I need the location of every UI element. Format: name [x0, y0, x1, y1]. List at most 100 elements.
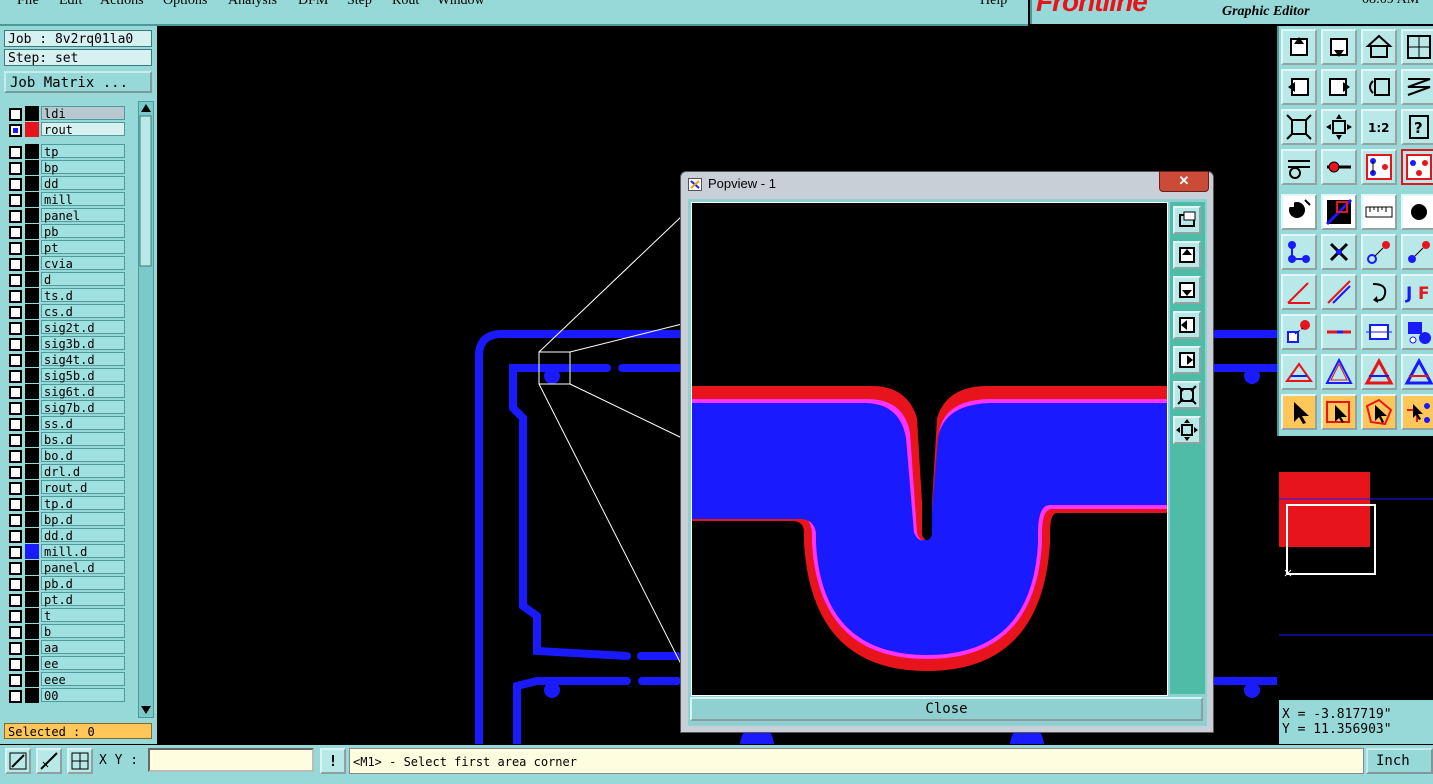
triangle-up-button[interactable]: [1321, 354, 1357, 390]
layer-checkbox[interactable]: [9, 546, 22, 559]
popview-fit-icon[interactable]: [1173, 381, 1201, 409]
select-box-button[interactable]: [1321, 394, 1357, 430]
units-selector[interactable]: Inch: [1366, 748, 1433, 774]
layer-row-rout-d[interactable]: rout.d: [4, 480, 126, 495]
layer-row-pb[interactable]: pb: [4, 224, 126, 239]
layer-row-ss-d[interactable]: ss.d: [4, 416, 126, 431]
layer-checkbox[interactable]: [9, 498, 22, 511]
layer-row-mill-d[interactable]: mill.d: [4, 544, 126, 559]
menu-edit[interactable]: Edit: [59, 0, 82, 9]
layer-row-sig4t-d[interactable]: sig4t.d: [4, 352, 126, 367]
menu-file[interactable]: File: [17, 0, 39, 9]
probe-button[interactable]: [1321, 149, 1357, 185]
measure-button[interactable]: [1361, 314, 1397, 350]
slope-button[interactable]: [1321, 274, 1357, 310]
popview-close-x-button[interactable]: ✕: [1159, 171, 1209, 192]
layer-checkbox[interactable]: [9, 146, 22, 159]
layer-row-tp[interactable]: tp: [4, 144, 126, 159]
scroll-thumb[interactable]: [139, 115, 152, 267]
xy-input[interactable]: [148, 748, 314, 772]
layer-row-mill[interactable]: mill: [4, 192, 126, 207]
layer-checkbox[interactable]: [9, 626, 22, 639]
layer-row-cvia[interactable]: cvia: [4, 256, 126, 271]
menu-options[interactable]: Options: [163, 0, 207, 9]
layer-checkbox[interactable]: [9, 690, 22, 703]
layer-checkbox[interactable]: [9, 242, 22, 255]
node-button[interactable]: [1281, 234, 1317, 270]
layer-row-bs-d[interactable]: bs.d: [4, 432, 126, 447]
mirror-button[interactable]: JF: [1401, 274, 1433, 310]
layer-checkbox[interactable]: [9, 210, 22, 223]
layer-row-ee[interactable]: ee: [4, 656, 126, 671]
menu-window[interactable]: Window: [437, 0, 485, 9]
layer-checkbox[interactable]: [9, 322, 22, 335]
layer-checkbox[interactable]: [9, 466, 22, 479]
menu-analysis[interactable]: Analysis: [228, 0, 277, 9]
layer-row-sig7b-d[interactable]: sig7b.d: [4, 400, 126, 415]
layer-checkbox[interactable]: [9, 274, 22, 287]
zoom-area-button[interactable]: [5, 748, 31, 774]
triangle-red-button[interactable]: [1361, 354, 1397, 390]
layer-row-sig5b-d[interactable]: sig5b.d: [4, 368, 126, 383]
menu-actions[interactable]: Actions: [100, 0, 144, 9]
layer-row-tp-d[interactable]: tp.d: [4, 496, 126, 511]
job-matrix-button[interactable]: Job Matrix ...: [4, 71, 152, 93]
layer-row-bp[interactable]: bp: [4, 160, 126, 175]
layer-checkbox[interactable]: [9, 482, 22, 495]
zigzag-button[interactable]: [1401, 69, 1433, 105]
snap-down-button[interactable]: [1321, 29, 1357, 65]
layer-checkbox[interactable]: [9, 658, 22, 671]
scroll-down-icon[interactable]: [141, 706, 151, 714]
layer-checkbox[interactable]: [9, 194, 22, 207]
layer-checkbox[interactable]: [9, 226, 22, 239]
layer-row-dd[interactable]: dd: [4, 176, 126, 191]
popview-zoom-icon[interactable]: [1173, 206, 1201, 234]
popview-up-icon[interactable]: [1173, 241, 1201, 269]
select-poly-button[interactable]: [1361, 394, 1397, 430]
line-red-button[interactable]: [1321, 194, 1357, 230]
layer-list-scrollbar[interactable]: [138, 101, 154, 718]
layer-row-d[interactable]: d: [4, 272, 126, 287]
home-button[interactable]: [1361, 29, 1397, 65]
overview-map[interactable]: [1279, 436, 1433, 698]
layer-checkbox[interactable]: [9, 610, 22, 623]
ruler-button[interactable]: [1361, 194, 1397, 230]
layer-checkbox[interactable]: [9, 418, 22, 431]
menu-step[interactable]: Step: [347, 0, 372, 9]
layer-row-drl-d[interactable]: drl.d: [4, 464, 126, 479]
arc-blue-button[interactable]: [1401, 234, 1433, 270]
layer-checkbox[interactable]: [9, 674, 22, 687]
layer-row-bp-d[interactable]: bp.d: [4, 512, 126, 527]
tools-button[interactable]: [1281, 149, 1317, 185]
menu-help[interactable]: Help: [980, 0, 1007, 9]
snap-up-button[interactable]: [1281, 29, 1317, 65]
layer-row-00[interactable]: 00: [4, 688, 126, 703]
layer-checkbox[interactable]: [9, 306, 22, 319]
layer-row-sig6t-d[interactable]: sig6t.d: [4, 384, 126, 399]
layer-checkbox[interactable]: [9, 450, 22, 463]
layer-row-sig3b-d[interactable]: sig3b.d: [4, 336, 126, 351]
menu-dfm[interactable]: DFM: [298, 0, 328, 9]
layer-checkbox[interactable]: [9, 370, 22, 383]
popview-left-icon[interactable]: [1173, 311, 1201, 339]
rotate-button[interactable]: [1361, 274, 1397, 310]
layer-row-pb-d[interactable]: pb.d: [4, 576, 126, 591]
layer-row-rout[interactable]: rout: [4, 122, 126, 137]
pan-left-button[interactable]: [1281, 69, 1317, 105]
layer-row-eee[interactable]: eee: [4, 672, 126, 687]
layer-checkbox[interactable]: [9, 386, 22, 399]
layer-row-aa[interactable]: aa: [4, 640, 126, 655]
layer-row-t[interactable]: t: [4, 608, 126, 623]
layer-checkbox[interactable]: [9, 124, 22, 137]
triangle-button[interactable]: [1281, 354, 1317, 390]
scale-1-2-button[interactable]: 1:2: [1361, 109, 1397, 145]
layer-row-pt-d[interactable]: pt.d: [4, 592, 126, 607]
grid-snap-button[interactable]: [67, 748, 93, 774]
triangle-blue-button[interactable]: [1401, 354, 1433, 390]
zoom-back-button[interactable]: [1361, 69, 1397, 105]
layer-checkbox[interactable]: [9, 434, 22, 447]
layer-checkbox[interactable]: [9, 402, 22, 415]
layers-button[interactable]: [1401, 314, 1433, 350]
arc-red-button[interactable]: [1361, 234, 1397, 270]
layer-checkbox[interactable]: [9, 594, 22, 607]
